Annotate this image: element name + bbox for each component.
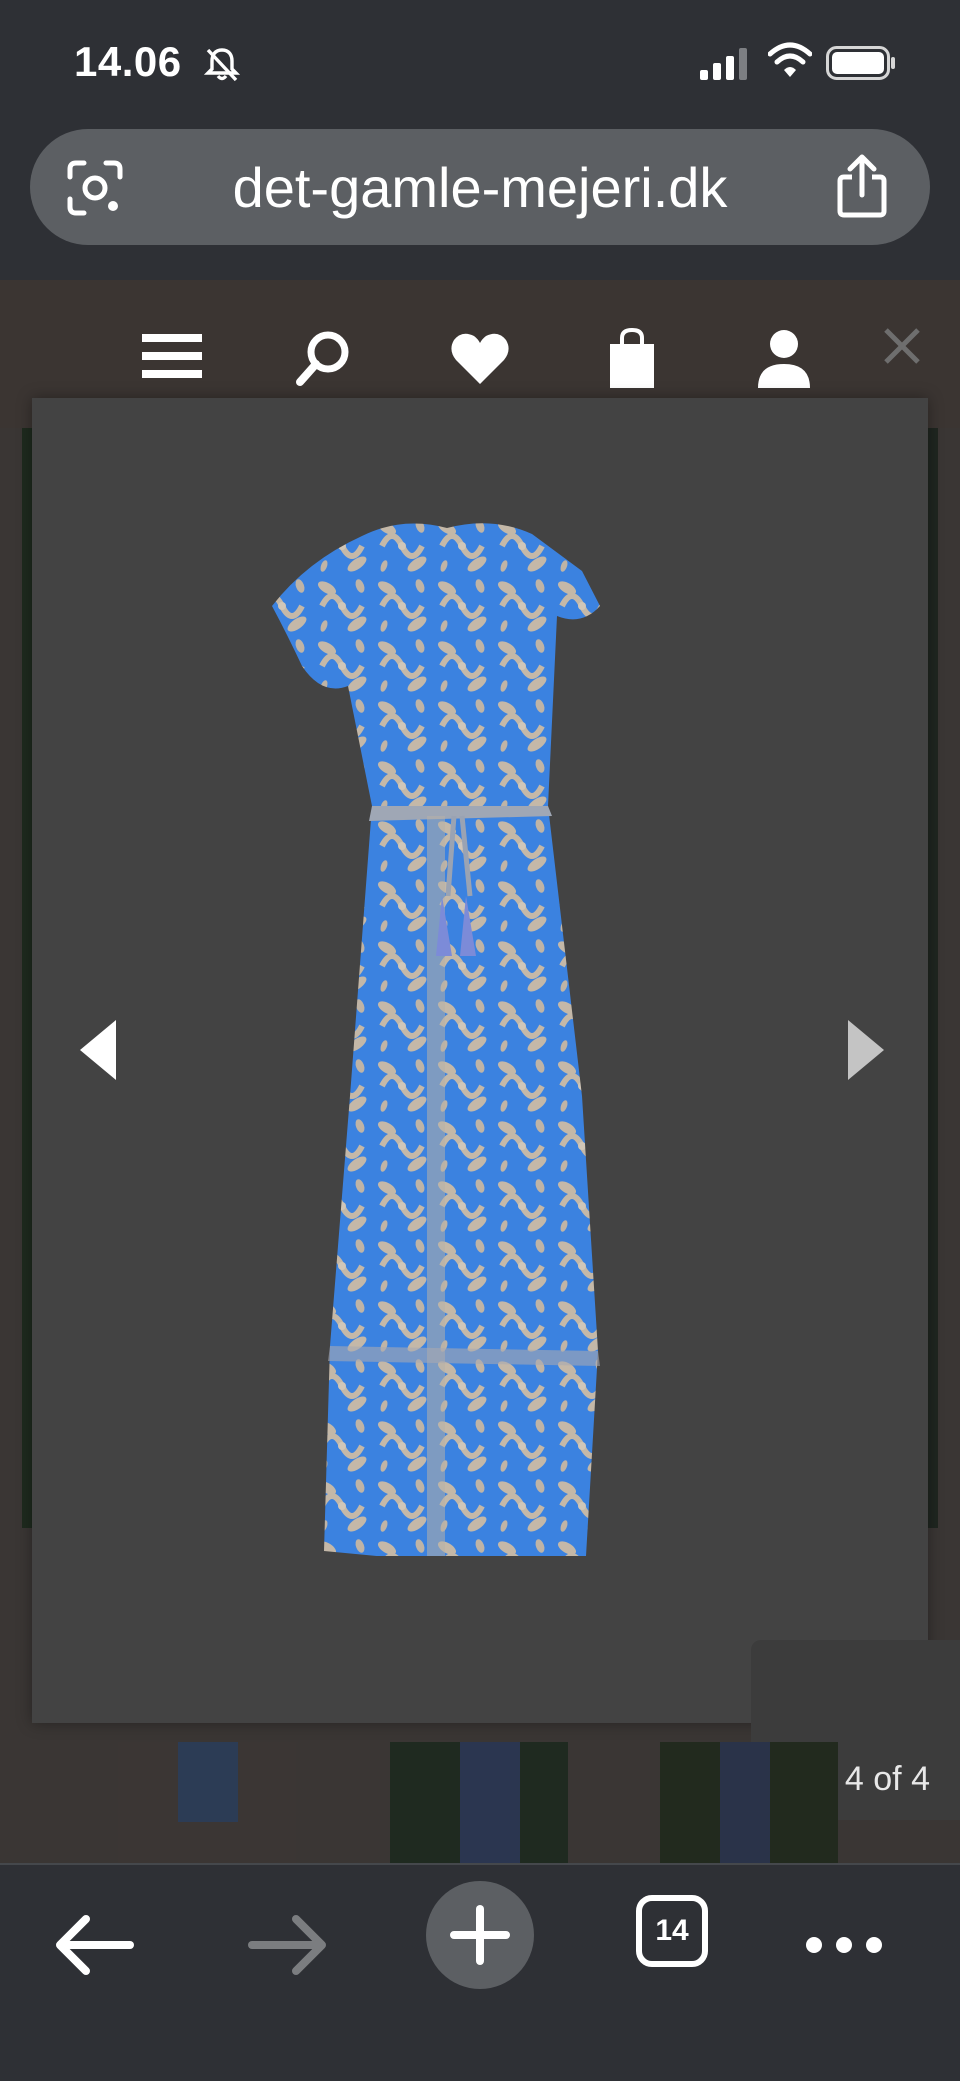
more-icon[interactable] — [794, 1895, 894, 1995]
search-icon[interactable] — [292, 326, 356, 390]
webpage: 4 of 4 — [0, 280, 960, 1863]
chevron-left-icon[interactable] — [72, 1010, 132, 1090]
image-counter: 4 of 4 — [844, 1760, 930, 1798]
user-icon[interactable] — [752, 326, 816, 390]
plus-icon — [450, 1905, 510, 1965]
background-photo-edge — [22, 428, 32, 1528]
battery-icon — [826, 46, 895, 80]
browser-address-area: det-gamle-mejeri.dk — [0, 125, 960, 280]
thumbnail[interactable] — [660, 1742, 838, 1863]
menu-icon[interactable] — [140, 326, 204, 390]
bell-slash-icon — [203, 48, 241, 82]
arrow-right-icon[interactable] — [236, 1895, 336, 1995]
product-image-dress[interactable] — [252, 516, 722, 1556]
background-photo-edge — [928, 428, 938, 1528]
close-icon[interactable] — [882, 326, 922, 366]
new-tab-button[interactable] — [426, 1881, 534, 1989]
heart-icon[interactable] — [448, 326, 512, 390]
url-text[interactable]: det-gamle-mejeri.dk — [30, 155, 930, 220]
arrow-left-icon[interactable] — [46, 1895, 146, 1995]
share-icon[interactable] — [832, 153, 892, 219]
tabs-button[interactable]: 14 — [636, 1895, 708, 1967]
status-bar: 14.06 — [0, 0, 960, 125]
thumbnail[interactable] — [390, 1742, 568, 1863]
cellular-signal-icon — [700, 48, 747, 80]
shopping-bag-icon[interactable] — [600, 326, 664, 390]
thumbnail[interactable] — [118, 1742, 296, 1863]
address-bar[interactable]: det-gamle-mejeri.dk — [30, 129, 930, 245]
wifi-icon — [768, 42, 812, 77]
thumbnail-strip — [0, 1742, 960, 1863]
image-lightbox — [32, 398, 928, 1723]
chevron-right-icon[interactable] — [832, 1010, 892, 1090]
browser-toolbar: 14 — [0, 1863, 960, 2081]
status-time: 14.06 — [74, 38, 182, 85]
